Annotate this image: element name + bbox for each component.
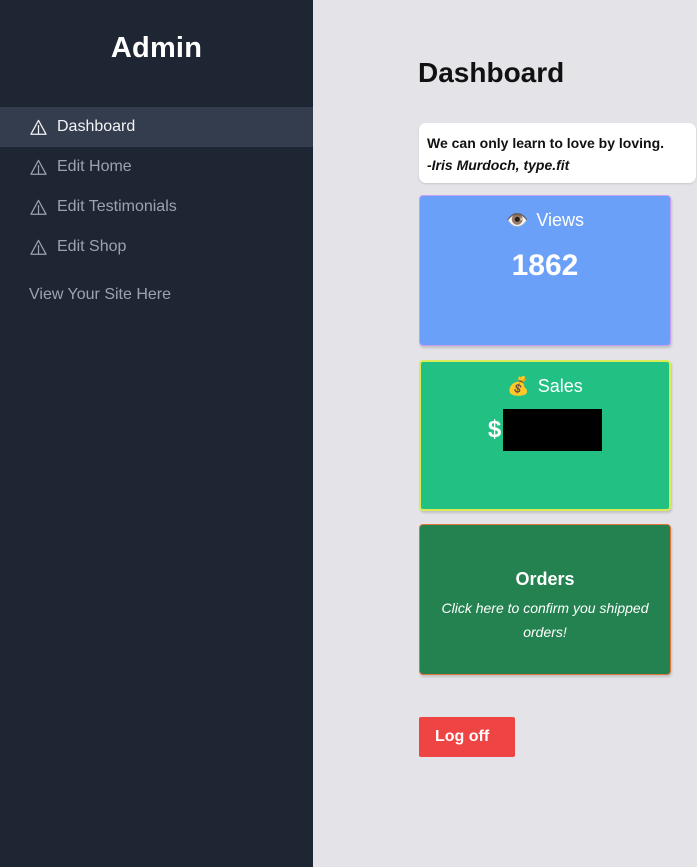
sidebar-item-label: Edit Testimonials (57, 198, 177, 215)
sidebar-item-label: Edit Home (57, 158, 132, 175)
sidebar-item-edit-home[interactable]: Edit Home (0, 147, 313, 187)
views-label: Views (536, 210, 585, 230)
triangle-warning-icon (29, 238, 48, 257)
sales-card-header: 💰 Sales (421, 376, 669, 397)
money-bag-icon: 💰 (507, 376, 530, 396)
sidebar-item-dashboard[interactable]: Dashboard (0, 107, 313, 147)
sidebar: Admin Dashboard Edit Home Edit Testimoni… (0, 0, 313, 867)
admin-layout: Admin Dashboard Edit Home Edit Testimoni… (0, 0, 697, 867)
log-off-button[interactable]: Log off (419, 717, 515, 757)
sidebar-item-edit-testimonials[interactable]: Edit Testimonials (0, 187, 313, 227)
orders-subtitle: Click here to confirm you shipped orders… (441, 600, 649, 640)
quote-text: We can only learn to love by loving. (427, 135, 665, 151)
orders-card[interactable]: Orders Click here to confirm you shipped… (419, 524, 671, 675)
sidebar-item-label: Edit Shop (57, 238, 127, 255)
sidebar-item-label: Dashboard (57, 118, 136, 135)
main-content: Dashboard We can only learn to love by l… (313, 0, 697, 867)
views-card: 👁️ Views 1862 (419, 195, 671, 346)
quote-author: -Iris Murdoch, type.fit (427, 157, 570, 173)
views-card-header: 👁️ Views (420, 210, 670, 231)
sales-label: Sales (537, 376, 583, 396)
quote-card: We can only learn to love by loving. -Ir… (419, 123, 696, 183)
triangle-warning-icon (29, 118, 48, 137)
sidebar-nav: Dashboard Edit Home Edit Testimonials Ed… (0, 107, 313, 267)
eye-icon: 👁️ (505, 210, 529, 230)
currency-symbol: $ (487, 416, 502, 443)
triangle-warning-icon (29, 198, 48, 217)
view-site-link[interactable]: View Your Site Here (29, 286, 171, 304)
views-count: 1862 (511, 249, 579, 282)
orders-title: Orders (515, 569, 575, 589)
sales-card: 💰 Sales $ (419, 360, 671, 511)
page-title: Dashboard (418, 57, 565, 88)
sidebar-item-edit-shop[interactable]: Edit Shop (0, 227, 313, 267)
sales-amount: $ (421, 409, 669, 451)
redacted-sales-value (503, 409, 603, 451)
triangle-warning-icon (29, 158, 48, 177)
brand-title: Admin (110, 32, 203, 64)
